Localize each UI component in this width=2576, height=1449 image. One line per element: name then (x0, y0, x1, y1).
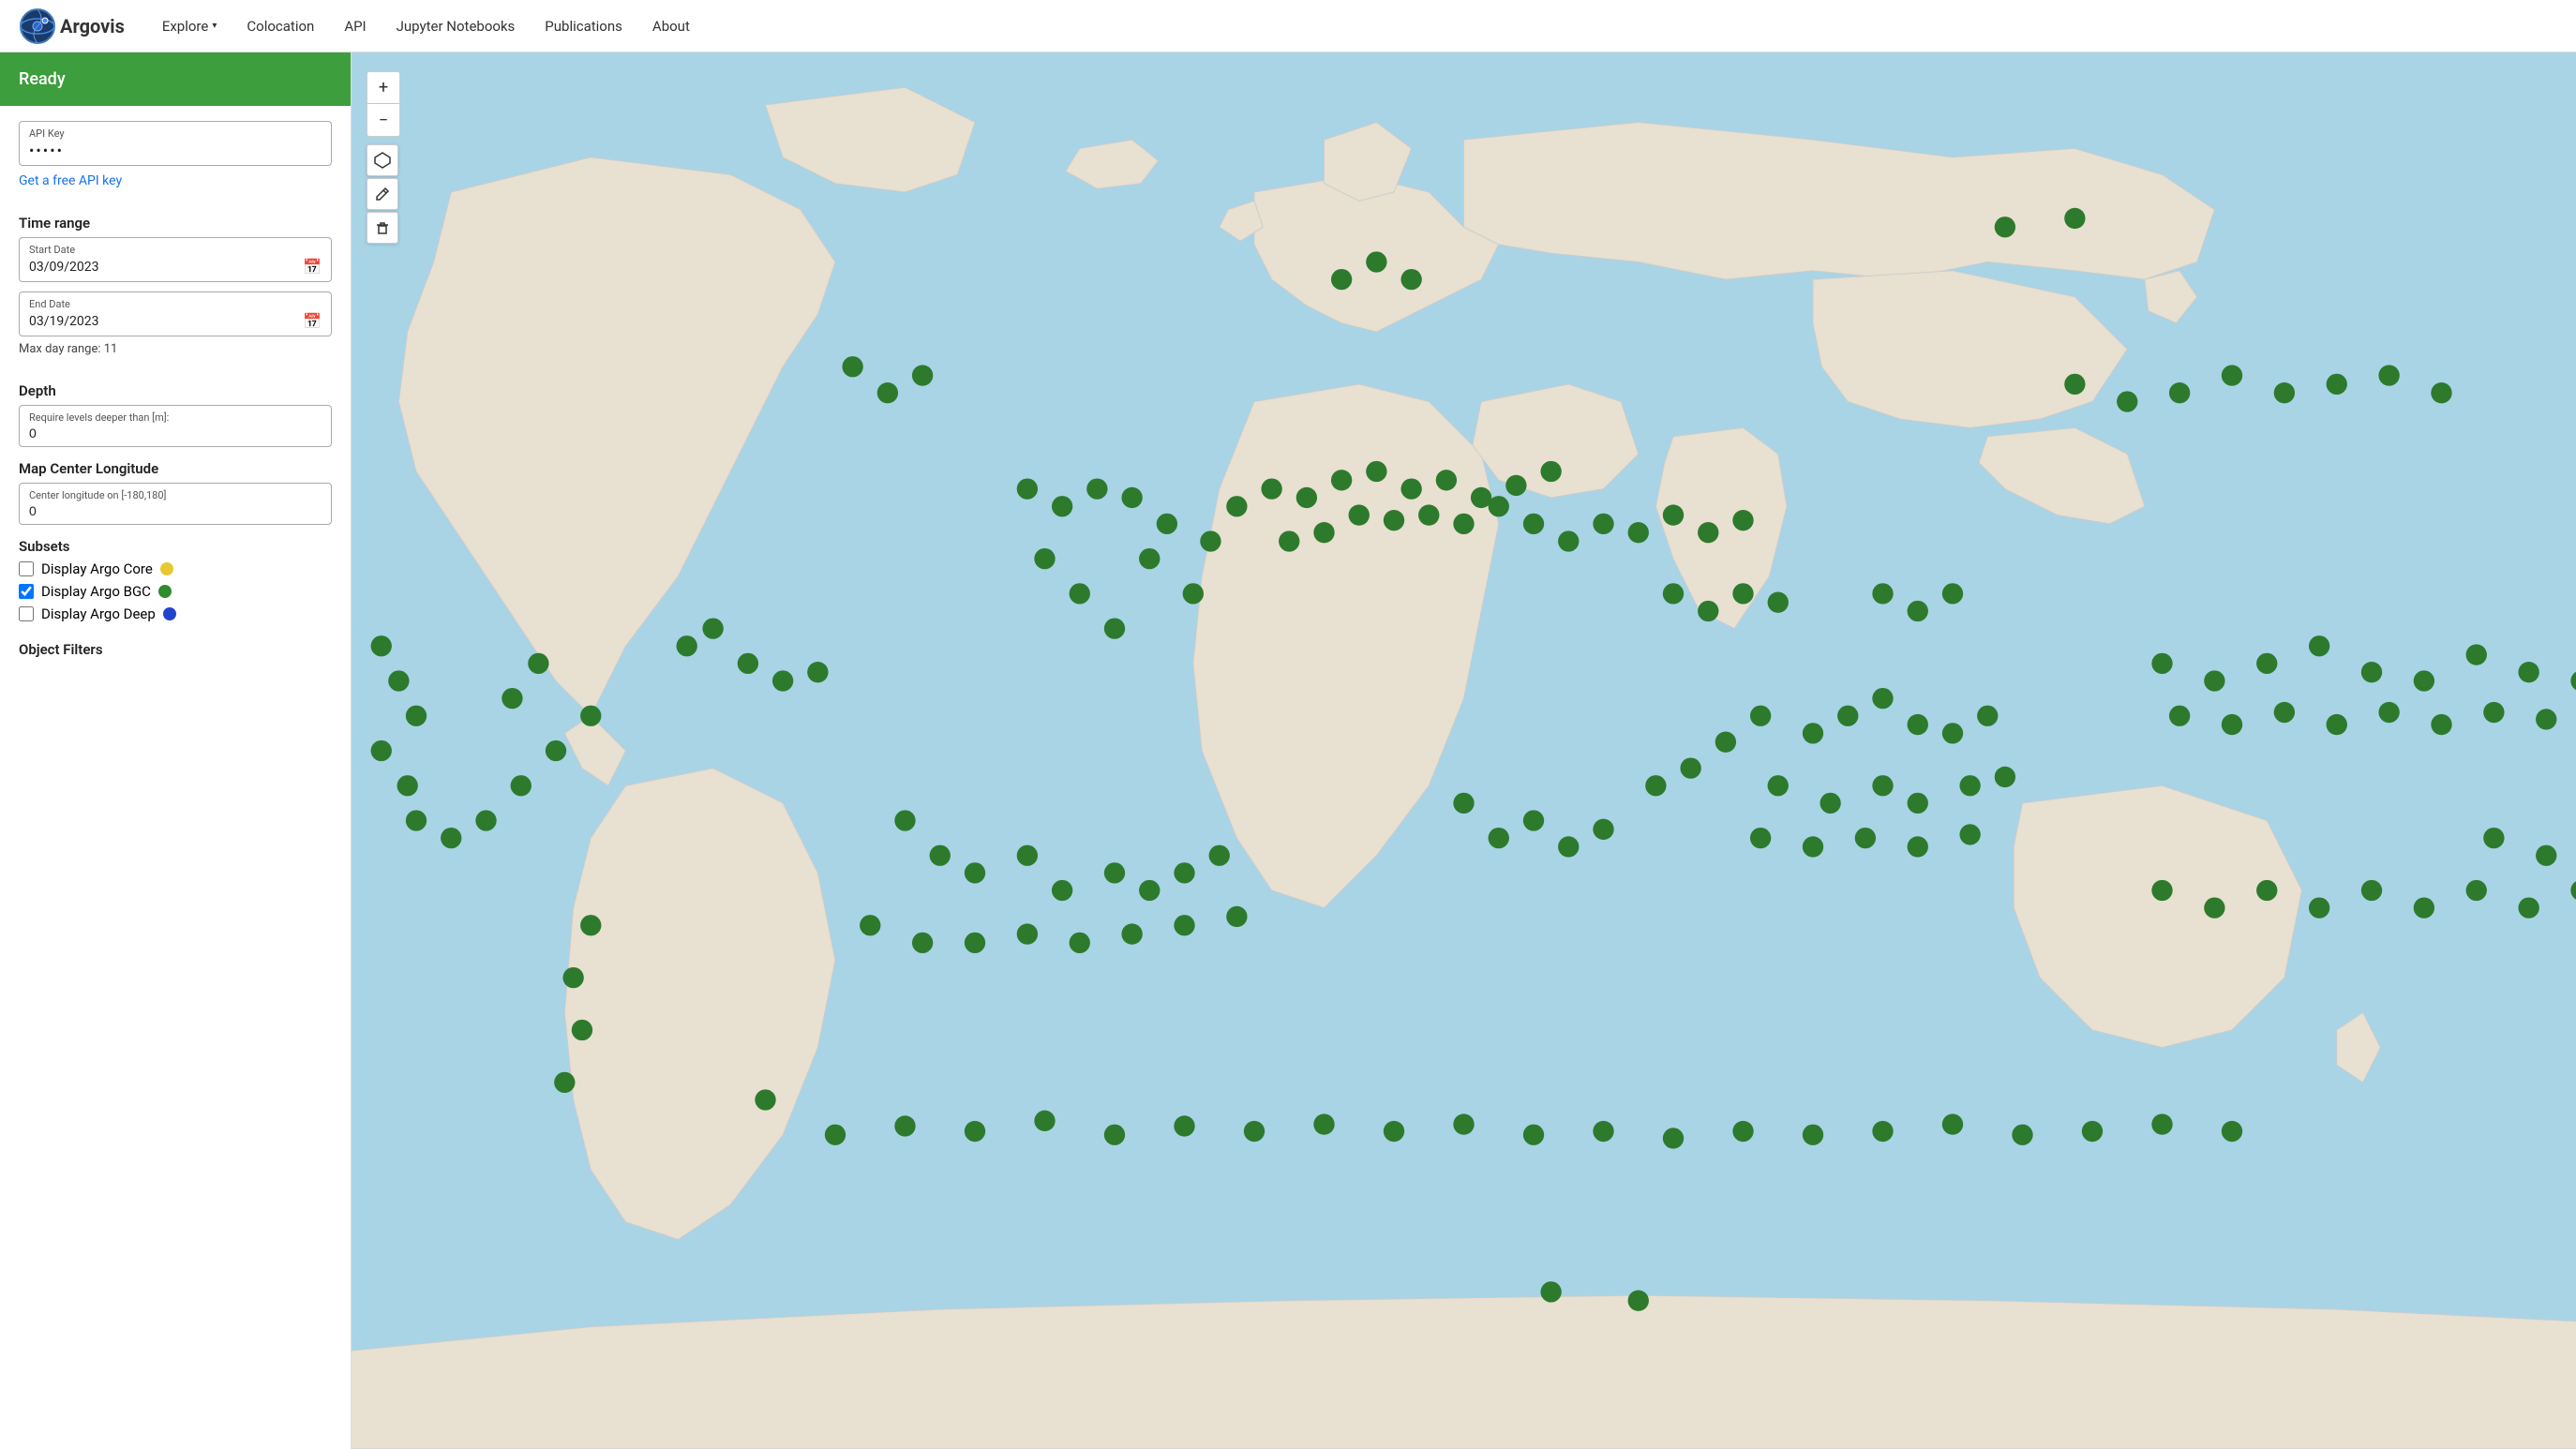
argo-bgc-label: Display Argo BGC (41, 583, 151, 600)
brand-name: Argovis (60, 15, 125, 37)
main-layout: Ready API Key ••••• Get a free API key T… (0, 52, 2576, 1449)
depth-section: Depth Require levels deeper than [m]: (19, 382, 332, 447)
depth-field[interactable] (29, 426, 322, 441)
subset-argo-core: Display Argo Core (19, 560, 332, 577)
map-center-input[interactable] (29, 503, 322, 518)
nav-explore[interactable]: Explore ▾ (151, 12, 229, 40)
delete-button[interactable] (367, 212, 398, 244)
subsets-section: Subsets Display Argo Core Display Argo B… (19, 538, 332, 628)
polygon-icon (374, 152, 391, 169)
zoom-in-button[interactable]: + (367, 72, 399, 104)
map-center-label: Map Center Longitude (19, 460, 332, 477)
api-key-input-group: API Key ••••• (19, 121, 332, 166)
depth-input-label: Require levels deeper than [m]: (29, 411, 322, 424)
subset-argo-bgc: Display Argo BGC (19, 583, 332, 600)
end-date-calendar-icon: 📅 (303, 312, 322, 330)
nav-jupyter[interactable]: Jupyter Notebooks (385, 12, 527, 40)
world-map (352, 52, 2576, 1449)
map-area[interactable]: + − (352, 52, 2576, 1449)
argo-core-label: Display Argo Core (41, 560, 153, 577)
argo-deep-label: Display Argo Deep (41, 605, 156, 622)
zoom-out-button[interactable]: − (367, 104, 399, 136)
start-date-label: Start Date (29, 244, 322, 256)
trash-icon (375, 220, 390, 235)
argo-bgc-dot (158, 585, 172, 598)
start-date-value: 03/09/2023 (29, 260, 99, 275)
depth-input-group: Require levels deeper than [m]: (19, 405, 332, 447)
api-key-dots: ••••• (29, 142, 64, 159)
api-key-section: API Key ••••• Get a free API key (19, 121, 332, 202)
map-center-input-group: Center longitude on [-180,180] (19, 483, 332, 525)
start-date-group: Start Date 03/09/2023 📅 (19, 237, 332, 282)
brand-logo-link[interactable]: Argovis (19, 7, 125, 45)
nav-about[interactable]: About (641, 12, 701, 40)
status-badge: Ready (0, 52, 351, 106)
edit-button[interactable] (367, 178, 398, 210)
object-filters-section: Object Filters (19, 641, 332, 664)
nav-publications[interactable]: Publications (533, 12, 634, 40)
map-controls: + − (367, 71, 400, 244)
argo-deep-checkbox[interactable] (19, 606, 34, 621)
end-date-field[interactable]: 03/19/2023 📅 (29, 312, 322, 330)
brand-logo-icon (19, 7, 56, 45)
time-range-label: Time range (19, 215, 332, 232)
end-date-label: End Date (29, 298, 322, 310)
nav-colocation[interactable]: Colocation (235, 12, 325, 40)
argo-core-dot (160, 562, 173, 575)
explore-dropdown-arrow: ▾ (212, 21, 217, 31)
end-date-group: End Date 03/19/2023 📅 (19, 291, 332, 336)
argo-deep-dot (163, 607, 176, 620)
argo-bgc-checkbox[interactable] (19, 584, 34, 599)
start-date-calendar-icon: 📅 (303, 258, 322, 276)
start-date-field[interactable]: 03/09/2023 📅 (29, 258, 322, 276)
polygon-button[interactable] (367, 144, 398, 176)
subsets-label: Subsets (19, 538, 332, 555)
nav-api[interactable]: API (333, 12, 377, 40)
sidebar-body: API Key ••••• Get a free API key Time ra… (0, 106, 351, 692)
depth-input[interactable] (29, 426, 322, 441)
end-date-value: 03/19/2023 (29, 314, 99, 329)
zoom-controls: + − (367, 71, 400, 137)
argo-core-checkbox[interactable] (19, 561, 34, 576)
get-api-key-link[interactable]: Get a free API key (19, 173, 122, 188)
navbar: Argovis Explore ▾ Colocation API Jupyter… (0, 0, 2576, 52)
api-key-label: API Key (29, 127, 322, 140)
sidebar: Ready API Key ••••• Get a free API key T… (0, 52, 352, 1449)
map-center-input-label: Center longitude on [-180,180] (29, 489, 322, 501)
map-center-section: Map Center Longitude Center longitude on… (19, 460, 332, 525)
object-filters-label: Object Filters (19, 641, 332, 658)
edit-icon (375, 187, 390, 202)
subset-argo-deep: Display Argo Deep (19, 605, 332, 622)
time-range-section: Time range Start Date 03/09/2023 📅 End D… (19, 215, 332, 369)
map-center-field[interactable] (29, 503, 322, 518)
depth-label: Depth (19, 382, 332, 399)
api-key-field[interactable]: ••••• (29, 142, 322, 159)
max-day-range-text: Max day range: 11 (19, 342, 332, 356)
